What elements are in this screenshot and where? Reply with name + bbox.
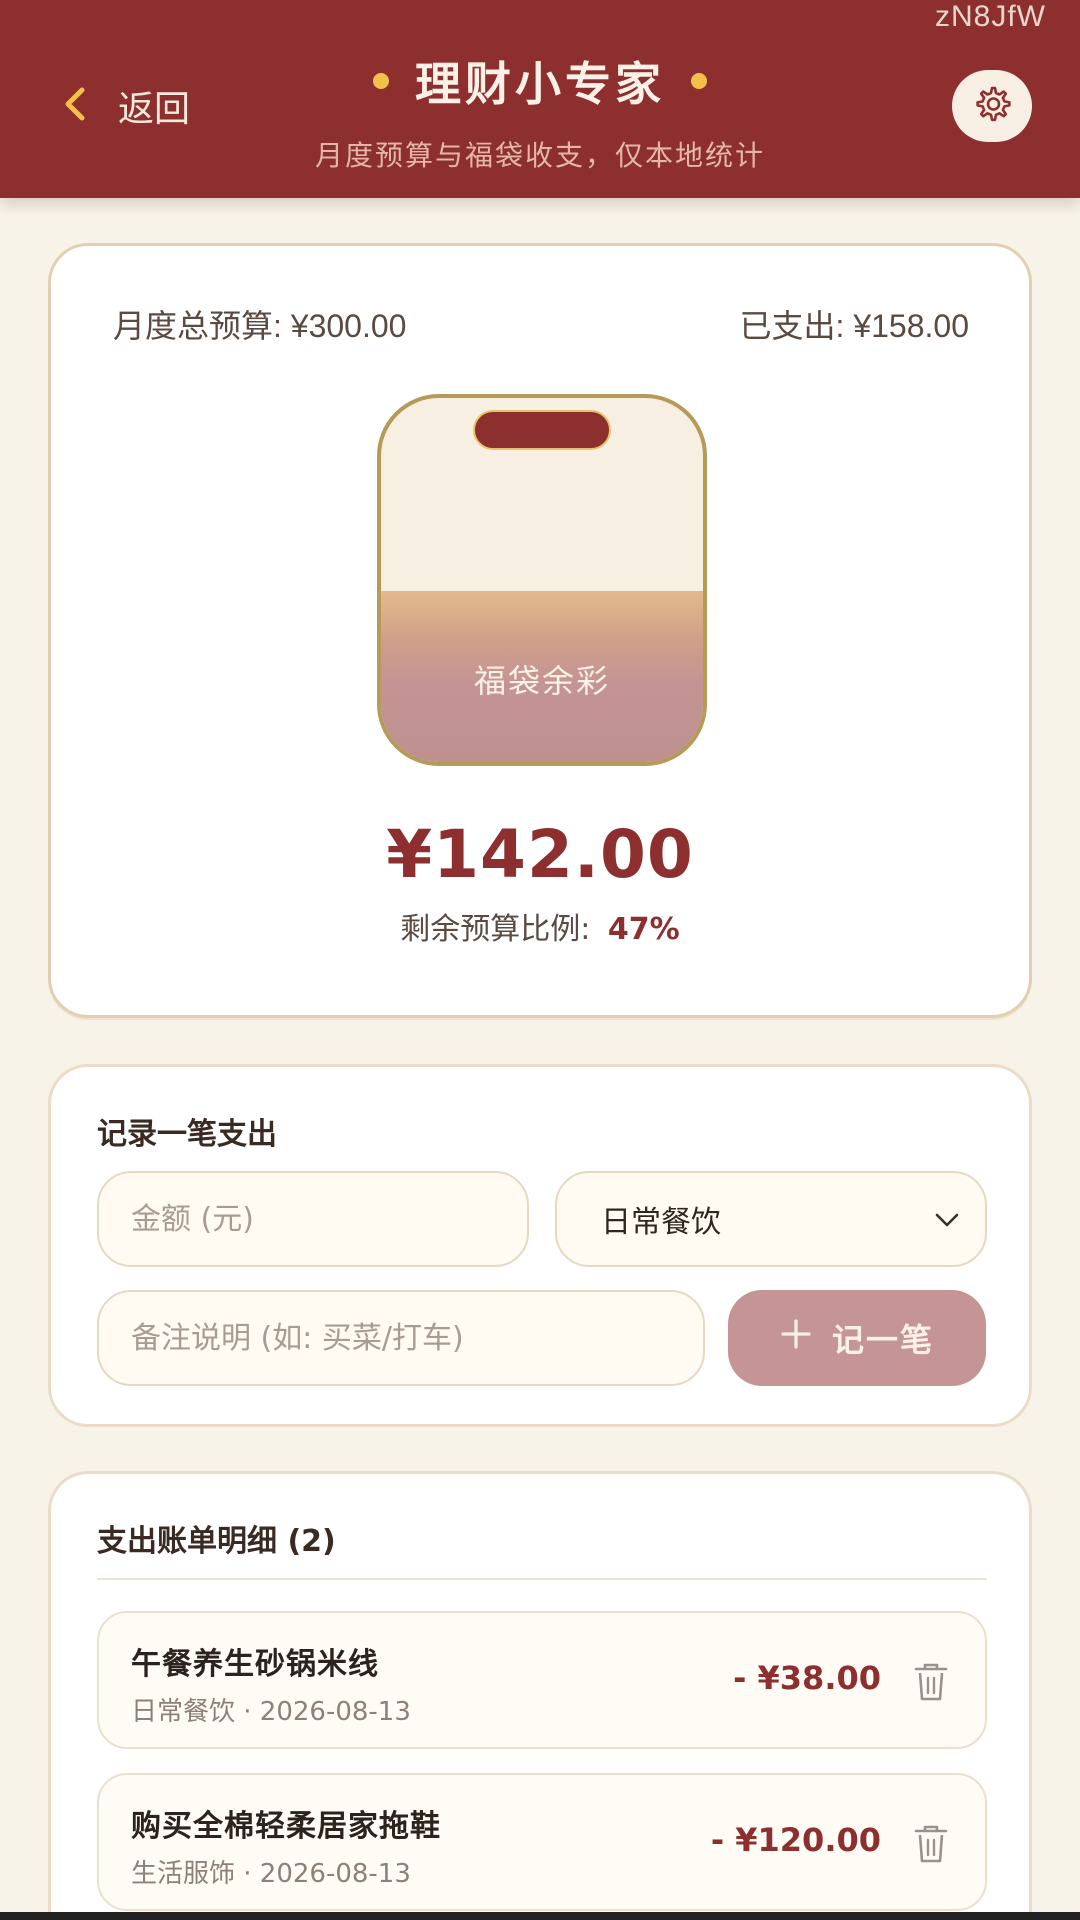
page-subtitle: 月度预算与福袋收支，仅本地统计 — [314, 139, 765, 172]
plus-icon — [780, 1318, 812, 1358]
bills-title: 支出账单明细 (2) — [97, 1524, 336, 1559]
lucky-bag-gauge: 福袋余彩 — [377, 394, 707, 766]
category-select[interactable]: 日常餐饮 — [555, 1171, 987, 1267]
budget-card: 月度总预算: ¥300.00 已支出: ¥158.00 福袋余彩 ¥142.00… — [48, 243, 1032, 1018]
title-dot-left — [373, 73, 389, 89]
amount-input[interactable] — [131, 1201, 495, 1237]
trash-icon[interactable] — [911, 1821, 951, 1865]
note-field[interactable] — [97, 1290, 705, 1386]
record-title: 记录一笔支出 — [97, 1117, 277, 1152]
spent-amount: 已支出: ¥158.00 — [739, 308, 969, 344]
title-dot-right — [691, 73, 707, 89]
bottom-edge — [0, 1912, 1080, 1920]
add-expense-label: 记一笔 — [831, 1321, 934, 1359]
add-expense-button[interactable]: 记一笔 — [728, 1290, 986, 1386]
bills-divider — [97, 1578, 987, 1580]
app-header: zN8JfW 返回 理财小专家 月度预算与福袋收支，仅本地统计 — [0, 0, 1080, 198]
bill-name: 午餐养生砂锅米线 — [131, 1647, 379, 1682]
bill-amount: - ¥38.00 — [733, 1659, 881, 1697]
note-input[interactable] — [131, 1320, 671, 1356]
bills-card: 支出账单明细 (2) 午餐养生砂锅米线 日常餐饮 · 2026-08-13 - … — [48, 1471, 1032, 1920]
remaining-ratio: 剩余预算比例: 47% — [51, 904, 1029, 948]
bill-item: 午餐养生砂锅米线 日常餐饮 · 2026-08-13 - ¥38.00 — [97, 1611, 987, 1749]
gear-icon — [972, 84, 1012, 128]
trash-icon[interactable] — [911, 1659, 951, 1703]
lucky-bag-label: 福袋余彩 — [473, 662, 610, 700]
bill-meta: 生活服饰 · 2026-08-13 — [131, 1859, 411, 1889]
ratio-value: 47% — [607, 912, 680, 947]
header-title-block: 理财小专家 月度预算与福袋收支，仅本地统计 — [0, 48, 1080, 174]
app-screen: zN8JfW 返回 理财小专家 月度预算与福袋收支，仅本地统计 月度总预算: ¥… — [0, 0, 1080, 1920]
record-expense-card: 记录一笔支出 日常餐饮 记一笔 — [48, 1064, 1032, 1427]
watermark: zN8JfW — [935, 0, 1046, 33]
bill-name: 购买全棉轻柔居家拖鞋 — [131, 1809, 441, 1844]
total-budget: 月度总预算: ¥300.00 — [113, 308, 407, 344]
ratio-label: 剩余预算比例: — [400, 912, 591, 947]
amount-field[interactable] — [97, 1171, 529, 1267]
bill-item: 购买全棉轻柔居家拖鞋 生活服饰 · 2026-08-13 - ¥120.00 — [97, 1773, 987, 1911]
lucky-bag-handle — [473, 410, 611, 450]
page-title: 理财小专家 — [415, 57, 665, 111]
chevron-down-icon — [933, 1202, 961, 1237]
remaining-amount: ¥142.00 — [386, 816, 694, 893]
category-value: 日常餐饮 — [601, 1205, 721, 1240]
settings-button[interactable] — [952, 70, 1032, 142]
bill-amount: - ¥120.00 — [710, 1821, 881, 1859]
bill-meta: 日常餐饮 · 2026-08-13 — [131, 1697, 411, 1727]
